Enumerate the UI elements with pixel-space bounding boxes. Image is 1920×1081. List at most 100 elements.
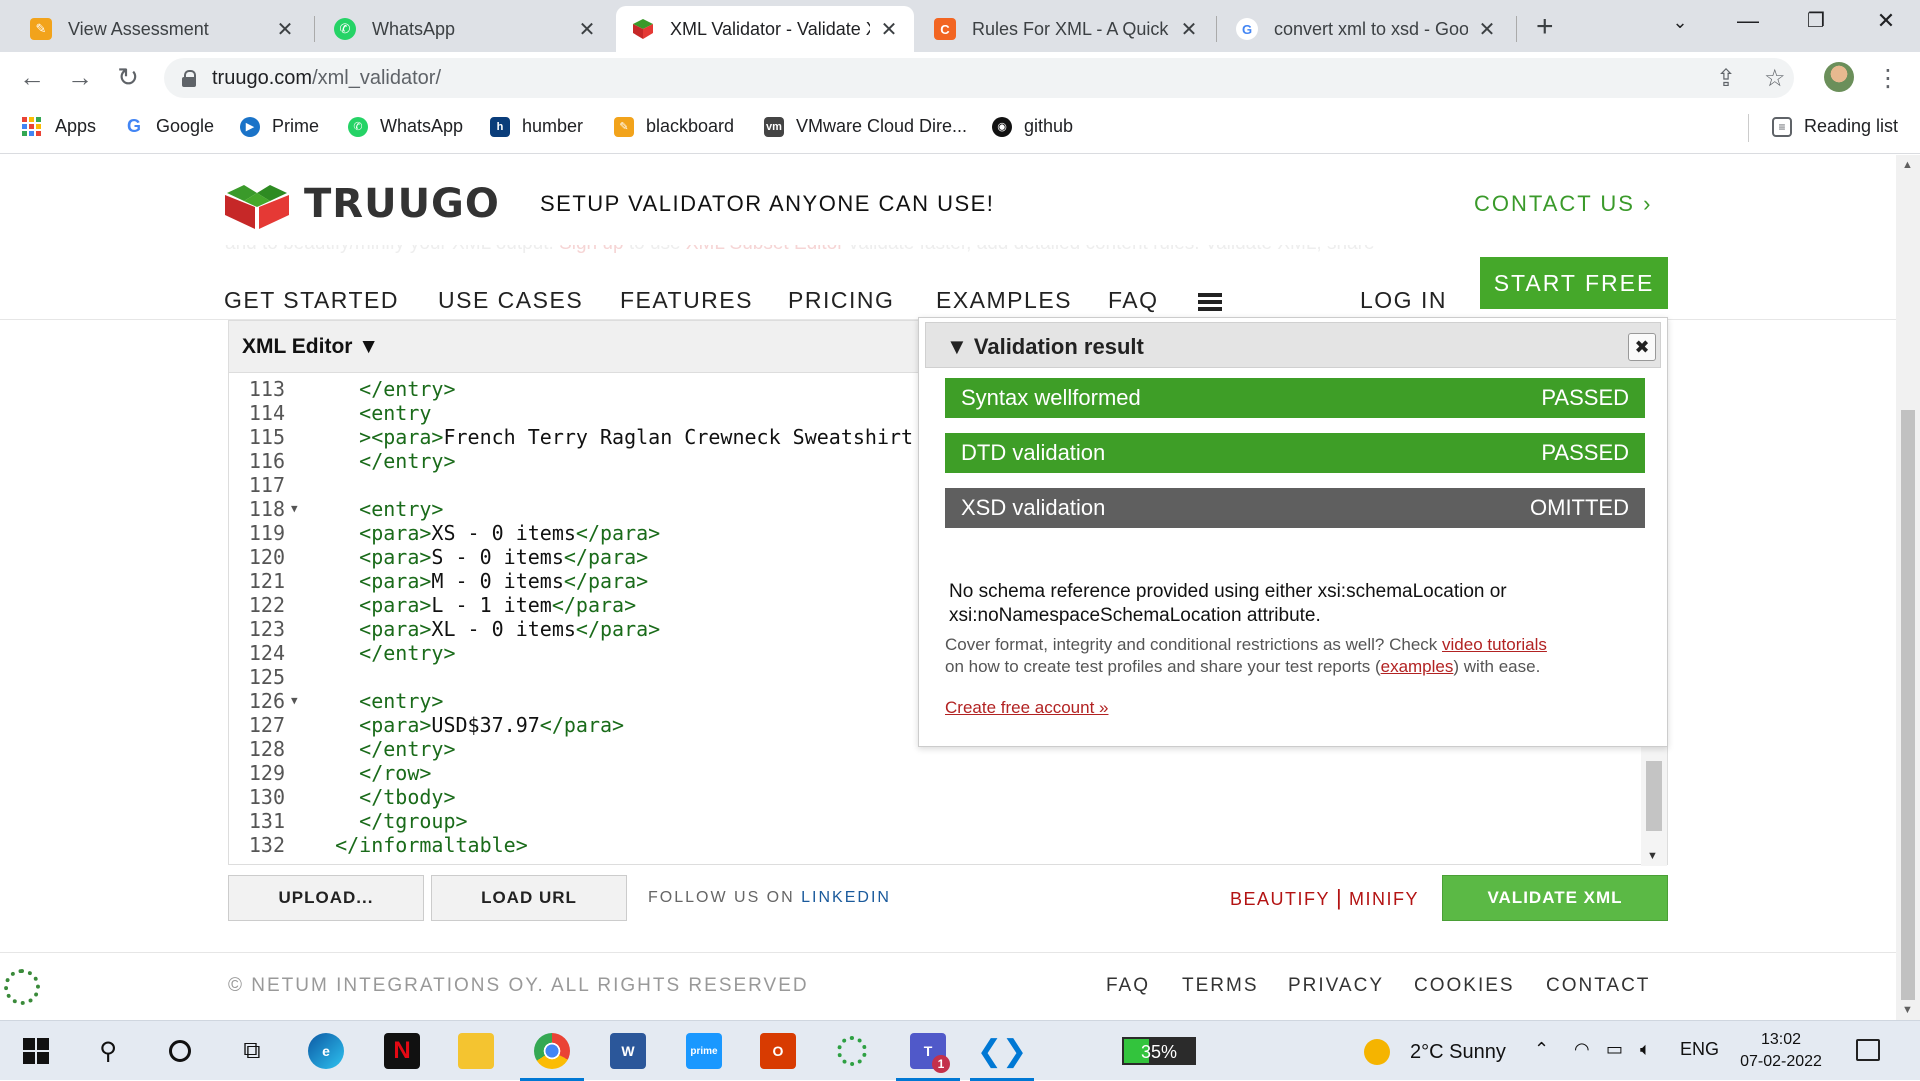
code-line[interactable]: 113 </entry> <box>229 377 456 401</box>
edge-icon[interactable]: e <box>308 1033 344 1069</box>
result-title[interactable]: ▼ Validation result <box>946 334 1144 360</box>
examples-link[interactable]: examples <box>1381 657 1454 676</box>
bookmark-prime[interactable]: ▶ Prime <box>240 116 319 137</box>
recaptcha-badge-icon[interactable] <box>4 969 40 1005</box>
footer-privacy-link[interactable]: PRIVACY <box>1288 975 1384 997</box>
vscode-icon[interactable]: ❮❯ <box>970 1033 1034 1081</box>
windows-start-icon[interactable] <box>18 1033 54 1069</box>
chrome-icon[interactable] <box>520 1033 584 1081</box>
notification-icon[interactable] <box>1856 1039 1880 1061</box>
nav-use-cases[interactable]: USE CASES <box>438 287 583 314</box>
tab-google-search[interactable]: G convert xml to xsd - Google Search ✕ <box>1220 6 1512 52</box>
bookmark-vmware[interactable]: vm VMware Cloud Dire... <box>764 116 967 137</box>
nav-pricing[interactable]: PRICING <box>788 287 894 314</box>
contact-us-link[interactable]: CONTACT US › <box>1474 191 1652 217</box>
create-account-link[interactable]: Create free account » <box>945 698 1108 718</box>
back-icon[interactable]: ← <box>14 62 50 93</box>
tab-view-assessment[interactable]: ✎ View Assessment ✕ <box>14 6 310 52</box>
tab-search-icon[interactable]: ⌄ <box>1660 12 1700 33</box>
scroll-up-arrow-icon[interactable]: ▲ <box>1902 159 1913 171</box>
loader-app-icon[interactable] <box>834 1033 870 1069</box>
tab-xml-validator[interactable]: XML Validator - Validate XML ✕ <box>616 6 914 52</box>
video-tutorials-link[interactable]: video tutorials <box>1442 635 1547 654</box>
bookmark-github[interactable]: ◉ github <box>992 116 1073 137</box>
code-line[interactable]: 114 <entry <box>229 401 432 425</box>
language-indicator[interactable]: ENG <box>1680 1039 1719 1060</box>
code-line[interactable]: 125 <box>229 665 311 689</box>
profile-avatar[interactable] <box>1824 62 1854 92</box>
code-line[interactable]: 118 ▼ <entry> <box>229 497 444 521</box>
code-line[interactable]: 120 <para>S - 0 items</para> <box>229 545 648 569</box>
upload-button[interactable]: UPLOAD... <box>228 875 424 921</box>
footer-contact-link[interactable]: CONTACT <box>1546 975 1650 997</box>
code-line[interactable]: 127 <para>USD$37.97</para> <box>229 713 624 737</box>
code-line[interactable]: 115 ><para>French Terry Raglan Crewneck … <box>229 425 913 449</box>
footer-terms-link[interactable]: TERMS <box>1182 975 1259 997</box>
code-line[interactable]: 116 </entry> <box>229 449 456 473</box>
nav-get-started[interactable]: GET STARTED <box>224 287 399 314</box>
code-line[interactable]: 122 <para>L - 1 item</para> <box>229 593 636 617</box>
office-icon[interactable]: O <box>760 1033 796 1069</box>
linkedin-link[interactable]: LINKEDIN <box>801 889 891 906</box>
netflix-icon[interactable]: N <box>384 1033 420 1069</box>
editor-scroll-thumb[interactable] <box>1646 761 1662 831</box>
close-icon[interactable]: ✕ <box>878 17 900 42</box>
footer-faq-link[interactable]: FAQ <box>1106 975 1150 997</box>
bookmark-apps[interactable]: Apps <box>22 116 96 137</box>
word-icon[interactable]: W <box>610 1033 646 1069</box>
hamburger-menu-icon[interactable] <box>1198 293 1222 314</box>
weather-widget[interactable]: 2°C Sunny <box>1364 1039 1506 1065</box>
code-line[interactable]: 126 ▼ <entry> <box>229 689 444 713</box>
bookmark-star-icon[interactable]: ☆ <box>1764 64 1786 93</box>
code-line[interactable]: 128 </entry> <box>229 737 456 761</box>
prime-video-icon[interactable]: prime <box>686 1033 722 1069</box>
tab-rules-for-xml[interactable]: C Rules For XML - A Quick Reference ✕ <box>918 6 1214 52</box>
window-close-icon[interactable]: ✕ <box>1866 8 1906 34</box>
menu-kebab-icon[interactable]: ⋮ <box>1876 64 1900 93</box>
close-icon[interactable]: ✕ <box>274 17 296 42</box>
login-link[interactable]: LOG IN <box>1360 287 1447 314</box>
reload-icon[interactable]: ↻ <box>110 62 146 93</box>
bookmark-humber[interactable]: h humber <box>490 116 583 137</box>
code-line[interactable]: 129 </row> <box>229 761 432 785</box>
beautify-button[interactable]: BEAUTIFY <box>1230 889 1330 910</box>
code-line[interactable]: 119 <para>XS - 0 items</para> <box>229 521 660 545</box>
teams-icon[interactable]: T1 <box>896 1033 960 1081</box>
code-line[interactable]: 117 <box>229 473 311 497</box>
scroll-down-arrow-icon[interactable]: ▼ <box>1902 1004 1913 1016</box>
editor-title-dropdown[interactable]: XML Editor ▼ <box>242 335 379 359</box>
bookmark-google[interactable]: G Google <box>124 116 214 137</box>
nav-examples[interactable]: EXAMPLES <box>936 287 1072 314</box>
reading-list[interactable]: ≡ Reading list <box>1772 116 1898 137</box>
code-line[interactable]: 124 </entry> <box>229 641 456 665</box>
code-line[interactable]: 131 </tgroup> <box>229 809 468 833</box>
code-line[interactable]: 132 </informaltable> <box>229 833 528 857</box>
clock[interactable]: 13:02 07-02-2022 <box>1736 1029 1826 1073</box>
bookmark-blackboard[interactable]: ✎ blackboard <box>614 116 734 137</box>
validate-xml-button[interactable]: VALIDATE XML <box>1442 875 1668 921</box>
code-line[interactable]: 130 </tbody> <box>229 785 456 809</box>
task-view-icon[interactable]: ⧉ <box>234 1033 270 1069</box>
page-scroll-thumb[interactable] <box>1901 410 1915 1000</box>
nav-faq[interactable]: FAQ <box>1108 287 1159 314</box>
nav-features[interactable]: FEATURES <box>620 287 753 314</box>
wifi-icon[interactable]: ◠ <box>1574 1039 1590 1060</box>
address-bar[interactable]: truugo.com/xml_validator/ <box>164 58 1794 98</box>
start-free-button[interactable]: START FREE <box>1480 257 1668 309</box>
page-scrollbar[interactable]: ▲ ▼ <box>1896 155 1920 1020</box>
fold-arrow-icon[interactable]: ▼ <box>291 497 311 521</box>
restore-icon[interactable]: ❐ <box>1796 8 1836 33</box>
footer-cookies-link[interactable]: COOKIES <box>1414 975 1515 997</box>
fold-arrow-icon[interactable]: ▼ <box>291 689 311 713</box>
scroll-down-arrow-icon[interactable]: ▼ <box>1647 850 1658 862</box>
load-url-button[interactable]: LOAD URL <box>431 875 627 921</box>
search-icon[interactable]: ⚲ <box>90 1033 126 1069</box>
share-icon[interactable]: ⇪ <box>1716 64 1736 93</box>
tab-whatsapp[interactable]: ✆ WhatsApp ✕ <box>318 6 612 52</box>
code-line[interactable]: 123 <para>XL - 0 items</para> <box>229 617 660 641</box>
close-icon[interactable]: ✕ <box>1476 17 1498 42</box>
speaker-icon[interactable]: 🔈︎ <box>1640 1039 1651 1060</box>
close-icon[interactable]: ✕ <box>1178 17 1200 42</box>
chevron-up-icon[interactable]: ⌃ <box>1534 1039 1549 1060</box>
file-explorer-icon[interactable] <box>458 1033 494 1069</box>
